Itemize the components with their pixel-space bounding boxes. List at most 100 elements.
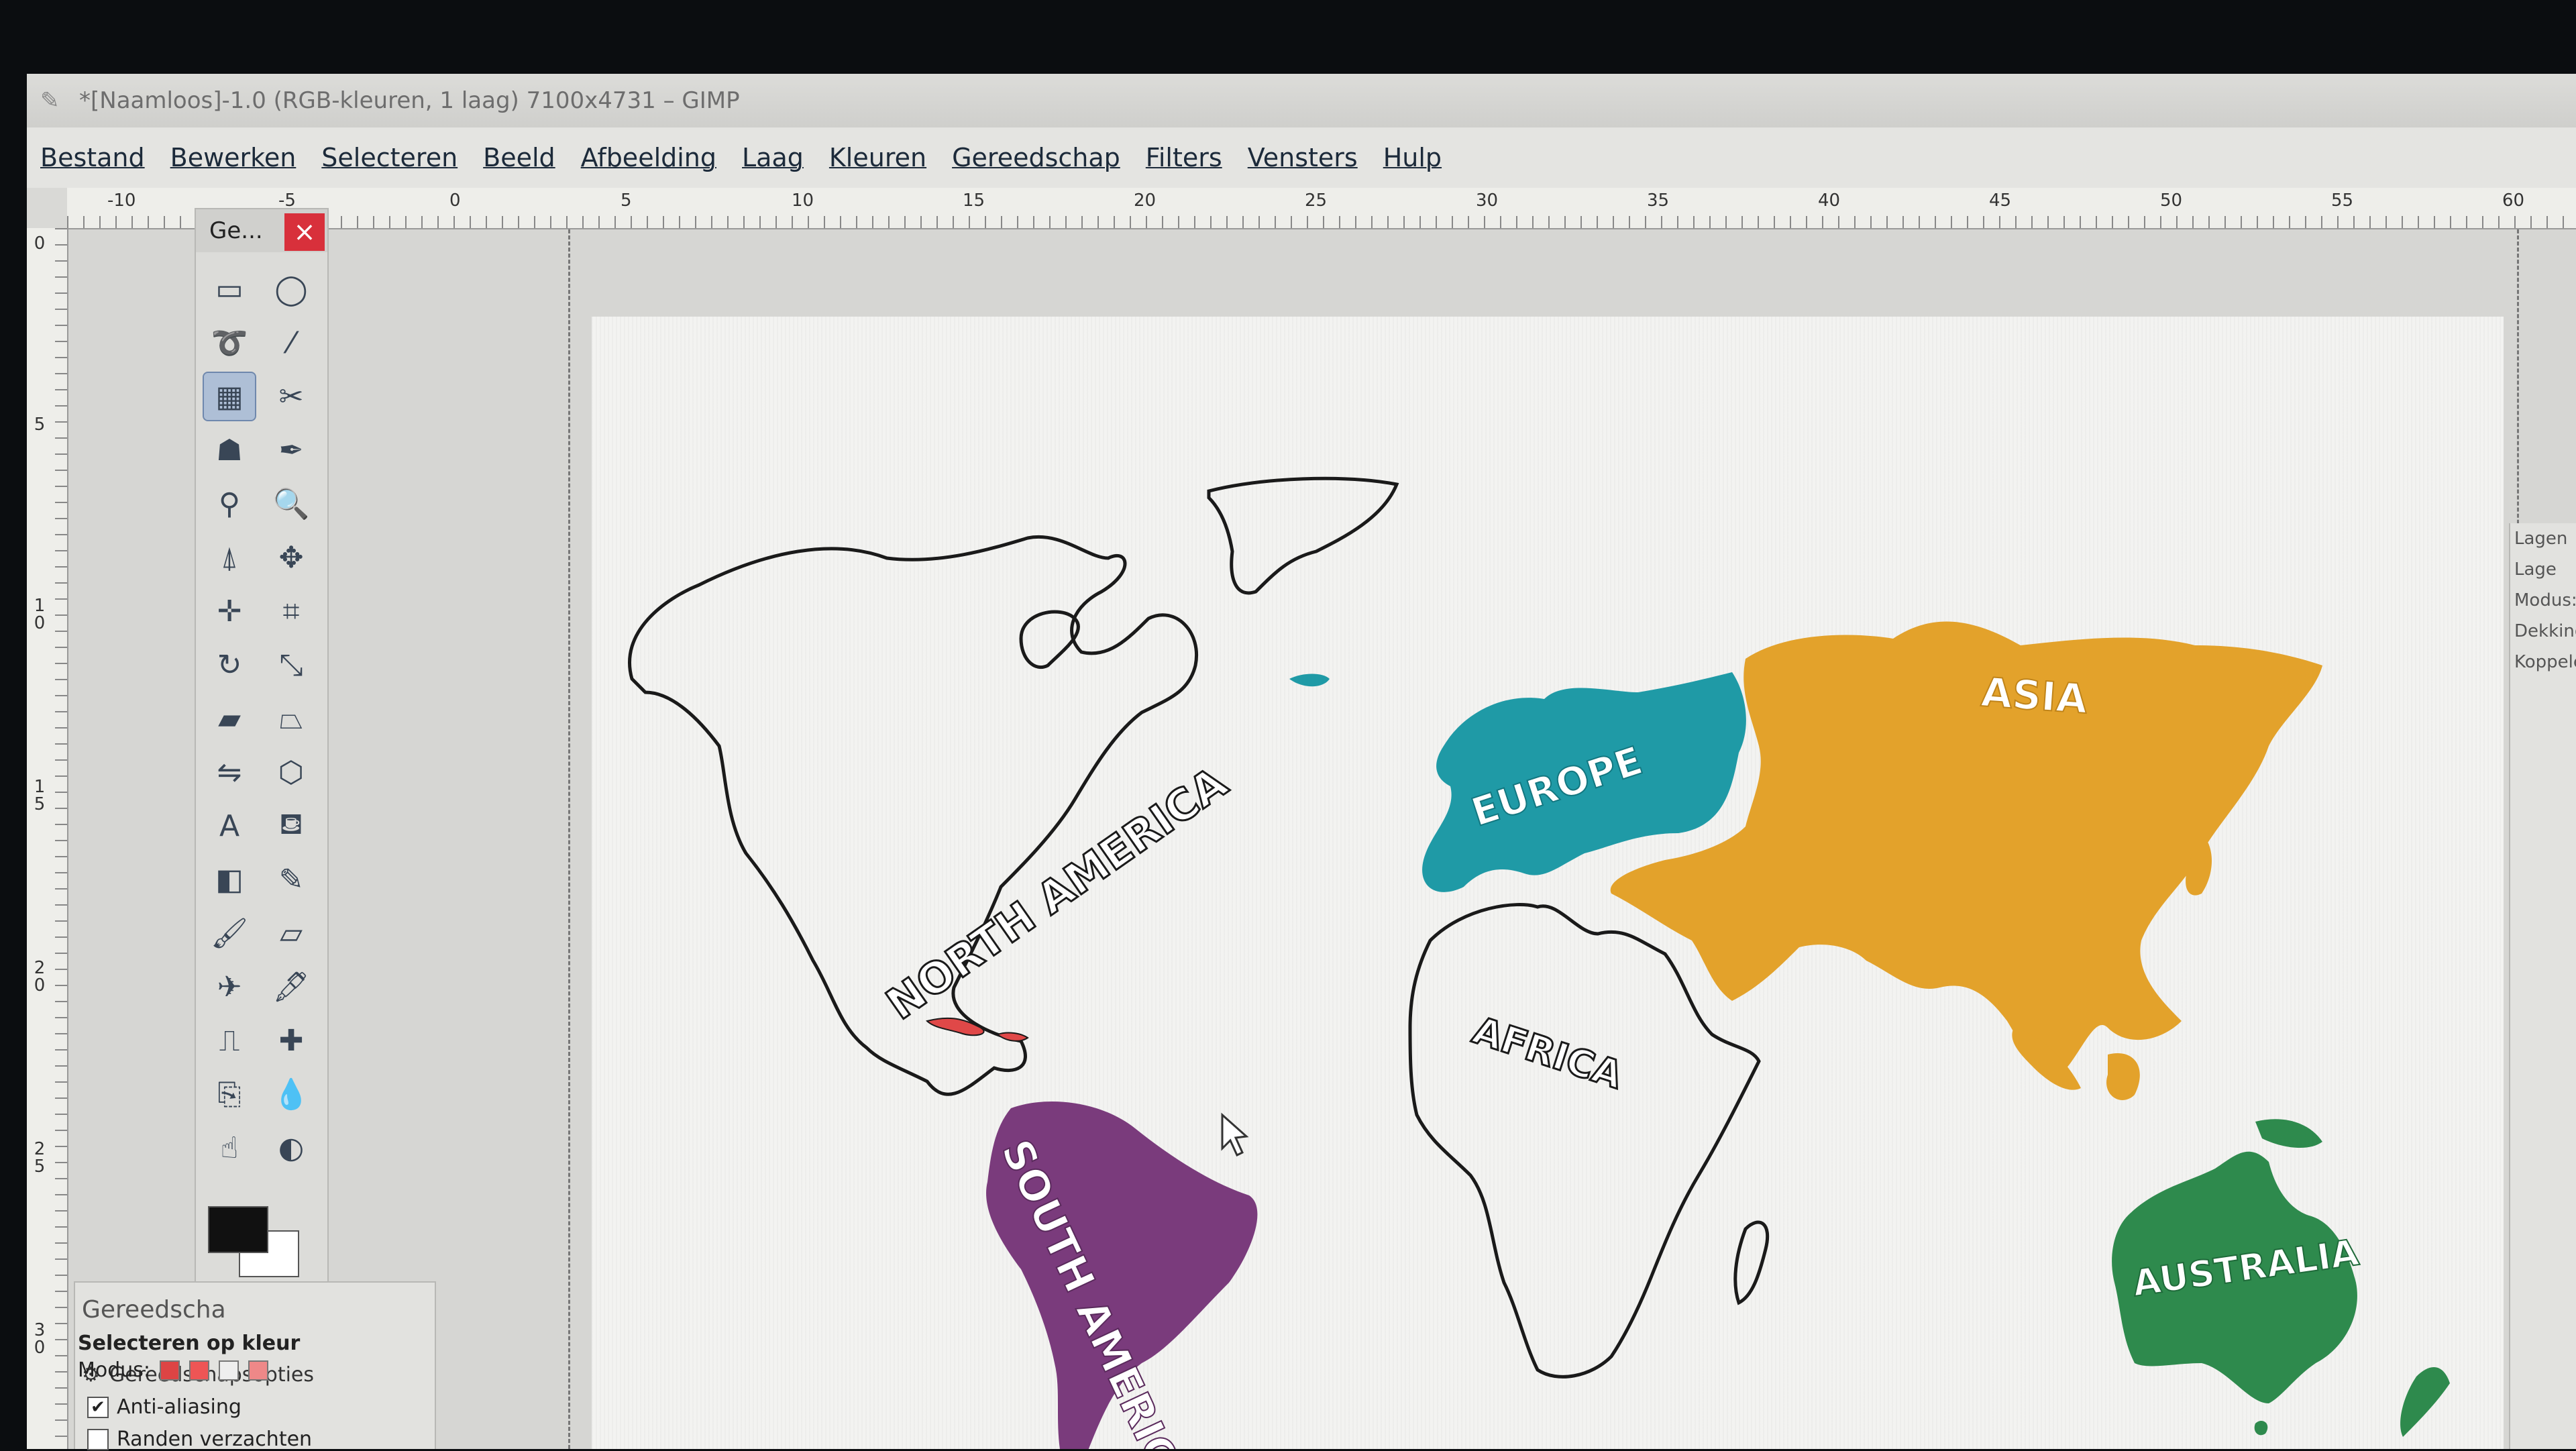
zoom-tool-icon[interactable]: 🔍	[266, 480, 317, 527]
text-tool-icon[interactable]: A	[204, 802, 255, 849]
caribbean-shape	[926, 1017, 985, 1036]
horizontal-ruler[interactable]: -10 -5 0 5 10 15 20 25 30 35 40 45 50 55 60	[67, 188, 2576, 229]
tool-options-tab[interactable]: Gereedscha	[82, 1296, 226, 1324]
toolbox-panel: Ge... × ▭ ◯ ➰ ⁄ ▦ ✂ ☗ ✒ ⚲ 🔍 ⍋ ✥ ✛ ⌗ ↻ ⤡ ▰ ⏢ ⇋ ⬡ A ⛾ ◧ ✎ 🖌 ▱ ✈ 🖋 ⎍ ✚ ⎘ 💧…	[195, 208, 329, 1362]
foreground-color-swatch[interactable]	[208, 1206, 268, 1253]
ruler-top-tick: 15	[963, 191, 985, 211]
vertical-ruler[interactable]: 0 5 1 0 1 5 2 0 2 5 3 0	[27, 228, 68, 1449]
ruler-top-tick: 50	[2160, 191, 2183, 211]
canvas-boundary-left	[568, 229, 570, 1449]
crop-tool-icon[interactable]: ⌗	[266, 588, 317, 635]
new-zealand-shape	[2400, 1367, 2450, 1437]
align-tool-icon[interactable]: ✛	[204, 588, 255, 635]
ruler-top-tick: 35	[1647, 191, 1670, 211]
ruler-left-tick: 5	[34, 415, 46, 435]
bucket-fill-tool-icon[interactable]: ⛾	[266, 802, 317, 849]
menu-hulp[interactable]: Hulp	[1383, 143, 1442, 172]
mode-intersect-button[interactable]	[248, 1360, 269, 1381]
rect-select-tool-icon[interactable]: ▭	[204, 266, 255, 313]
scale-tool-icon[interactable]: ⤡	[266, 641, 317, 688]
ink-tool-icon[interactable]: 🖋	[266, 963, 317, 1010]
color-selector[interactable]	[208, 1206, 315, 1287]
dock-item-modus[interactable]: Modus:	[2510, 585, 2576, 616]
greenland-shape	[1207, 476, 1399, 595]
eraser-tool-icon[interactable]: ▱	[266, 910, 317, 957]
dock-item-lagen[interactable]: Lagen	[2510, 523, 2576, 554]
pencil-tool-icon[interactable]: ✎	[266, 856, 317, 903]
paintbrush-tool-icon[interactable]: 🖌	[204, 910, 255, 957]
dock-item-dekking[interactable]: Dekking	[2510, 616, 2576, 647]
perspective-tool-icon[interactable]: ⏢	[266, 695, 317, 742]
menu-beeld[interactable]: Beeld	[483, 143, 555, 172]
ruler-top-tick: 55	[2331, 191, 2354, 211]
paths-tool-icon[interactable]: ✒	[266, 427, 317, 474]
ruler-top-tick: 25	[1305, 191, 1328, 211]
menu-bewerken[interactable]: Bewerken	[170, 143, 297, 172]
dock-item-lage[interactable]: Lage	[2510, 554, 2576, 585]
close-icon[interactable]: ×	[284, 213, 325, 251]
antialias-checkbox[interactable]: ✔	[87, 1396, 109, 1418]
hudson-bay-shape	[1019, 610, 1080, 669]
rotate-tool-icon[interactable]: ↻	[204, 641, 255, 688]
antialias-label: Anti-aliasing	[117, 1395, 241, 1419]
menu-bestand[interactable]: Bestand	[40, 143, 145, 172]
foreground-select-tool-icon[interactable]: ☗	[204, 427, 255, 474]
gradient-tool-icon[interactable]: ◧	[204, 856, 255, 903]
ellipse-select-tool-icon[interactable]: ◯	[266, 266, 317, 313]
airbrush-tool-icon[interactable]: ✈	[204, 963, 255, 1010]
cage-transform-tool-icon[interactable]: ⬡	[266, 749, 317, 796]
africa-shape	[1408, 903, 1761, 1379]
smudge-tool-icon[interactable]: ☝	[204, 1124, 255, 1171]
gimp-window: ✎ *[Naamloos]-1.0 (RGB-kleuren, 1 laag) …	[27, 74, 2576, 1449]
caribbean-shape-2	[996, 1032, 1029, 1042]
clone-tool-icon[interactable]: ⎍	[204, 1017, 255, 1064]
mode-replace-button[interactable]	[160, 1360, 180, 1381]
ruler-left-tick: 2 0	[34, 958, 46, 996]
ruler-top-tick: 10	[792, 191, 814, 211]
mode-add-button[interactable]	[189, 1360, 210, 1381]
mode-label: Modus:	[78, 1358, 151, 1382]
label-north-america: NORTH AMERICA	[878, 758, 1237, 1030]
color-picker-tool-icon[interactable]: ⚲	[204, 480, 255, 527]
select-by-color-tool-icon[interactable]: ▦	[203, 372, 256, 421]
tasmania-shape	[2254, 1420, 2268, 1436]
measure-tool-icon[interactable]: ⍋	[204, 534, 255, 581]
menu-filters[interactable]: Filters	[1146, 143, 1222, 172]
menu-vensters[interactable]: Vensters	[1248, 143, 1358, 172]
mouse-cursor-icon	[1221, 1112, 1249, 1157]
menu-laag[interactable]: Laag	[742, 143, 804, 172]
dock-item-koppelen[interactable]: Koppelen	[2510, 647, 2576, 678]
shear-tool-icon[interactable]: ▰	[204, 695, 255, 742]
move-tool-icon[interactable]: ✥	[266, 534, 317, 581]
perspective-clone-tool-icon[interactable]: ⎘	[204, 1071, 255, 1118]
ruler-top-tick: 0	[449, 191, 461, 211]
ruler-left-tick: 3 0	[34, 1320, 46, 1358]
antialias-row: ✔ Anti-aliasing	[87, 1395, 241, 1419]
free-select-tool-icon[interactable]: ➰	[204, 319, 255, 366]
ruler-top-tick: 40	[1818, 191, 1841, 211]
fuzzy-select-tool-icon[interactable]: ⁄	[266, 319, 317, 366]
madagascar-shape	[1733, 1220, 1770, 1305]
flip-tool-icon[interactable]: ⇋	[204, 749, 255, 796]
menu-gereedschap[interactable]: Gereedschap	[952, 143, 1120, 172]
mode-row: Modus:	[78, 1358, 269, 1382]
feather-checkbox[interactable]	[87, 1428, 109, 1450]
menu-kleuren[interactable]: Kleuren	[829, 143, 926, 172]
image-canvas[interactable]: NORTH AMERICA SOUTH AMERICA EUROPE AFRIC…	[592, 317, 2504, 1449]
ruler-left-tick: 1 5	[34, 777, 46, 814]
blur-tool-icon[interactable]: 💧	[266, 1071, 317, 1118]
mode-subtract-button[interactable]	[219, 1360, 239, 1381]
ruler-top-tick: 30	[1476, 191, 1499, 211]
feather-row: Randen verzachten	[87, 1428, 312, 1451]
ruler-top-tick: 20	[1134, 191, 1157, 211]
canvas-area[interactable]: NORTH AMERICA SOUTH AMERICA EUROPE AFRIC…	[68, 229, 2576, 1449]
heal-tool-icon[interactable]: ✚	[266, 1017, 317, 1064]
tool-grid: ▭ ◯ ➰ ⁄ ▦ ✂ ☗ ✒ ⚲ 🔍 ⍋ ✥ ✛ ⌗ ↻ ⤡ ▰ ⏢ ⇋ ⬡ A ⛾ ◧ ✎ 🖌 ▱ ✈ 🖋 ⎍ ✚ ⎘ 💧 ☝ ◐	[196, 252, 327, 1171]
ruler-left-tick: 0	[34, 233, 46, 254]
menu-selecteren[interactable]: Selecteren	[321, 143, 458, 172]
tool-options-title: Selecteren op kleur	[78, 1332, 301, 1355]
menu-afbeelding[interactable]: Afbeelding	[581, 143, 716, 172]
scissors-select-tool-icon[interactable]: ✂	[266, 373, 317, 420]
label-asia: ASIA	[1980, 669, 2089, 723]
dodge-burn-tool-icon[interactable]: ◐	[266, 1124, 317, 1171]
